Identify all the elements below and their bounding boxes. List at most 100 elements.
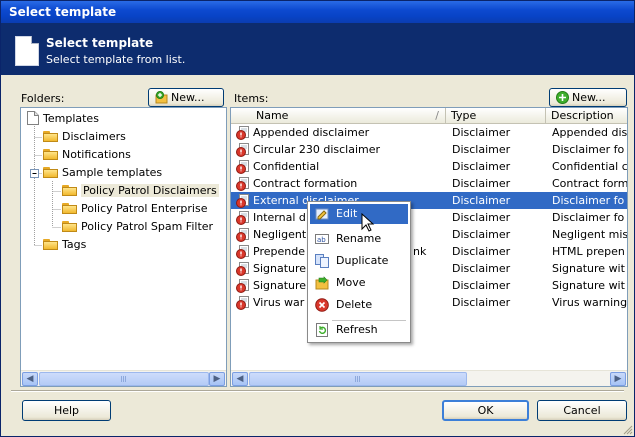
cell-type: Disclaimer [452,160,511,173]
help-button-label: Help [53,404,80,417]
cell-description: Virus warning [552,296,628,309]
cell-description: Disclaimer fo [552,211,625,224]
tree-node-label: Notifications [62,148,131,161]
cell-type: Disclaimer [452,143,511,156]
tree-node-templates[interactable]: Templates [27,111,99,127]
banner-subtitle: Select template from list. [46,53,186,66]
column-resize-icon: / [435,109,439,122]
menu-item-label: Move [336,276,366,289]
menu-item-rename[interactable]: ab Rename [310,229,408,249]
tree-node-policy-patrol-disclaimers[interactable]: Policy Patrol Disclaimers [62,183,219,199]
disclaimer-template-icon [236,262,249,276]
menu-item-delete[interactable]: Delete [310,295,408,315]
items-horizontal-scrollbar[interactable]: ◀ ▶ [231,370,627,386]
menu-item-label: Delete [336,298,373,311]
items-new-label: New... [572,91,606,104]
disclaimer-template-icon [236,245,249,259]
scroll-right-icon[interactable]: ▶ [209,372,225,386]
scroll-thumb[interactable] [39,372,209,386]
table-row[interactable]: Negligent Disclaimer Negligent mis [231,226,627,243]
cell-description: Disclaimer fo [552,143,625,156]
cell-description: HTML prepen [552,245,625,258]
table-row[interactable]: Confidential Disclaimer Confidential c [231,158,627,175]
cell-description: Contract form [552,177,628,190]
folder-icon [62,184,78,196]
edit-icon [315,208,329,220]
items-label: Items: [234,92,269,105]
cell-type: Disclaimer [452,211,511,224]
tree-node-disclaimers[interactable]: Disclaimers [43,129,126,145]
cell-name: Contract formation [253,177,358,190]
tree-node-notifications[interactable]: Notifications [43,147,131,163]
column-header-label: Name [256,109,289,122]
folders-new-button[interactable]: New... [148,88,224,107]
menu-item-move[interactable]: Move [310,273,408,293]
menu-item-label: Refresh [336,323,378,336]
add-icon [556,91,569,104]
folder-tree[interactable]: Templates Disclaimers Notifications Samp… [20,107,227,387]
cell-type: Disclaimer [452,177,511,190]
disclaimer-template-icon [236,160,249,174]
column-header-label: Type [451,109,477,122]
table-row[interactable]: Prepende nk Disclaimer HTML prepen [231,243,627,260]
footer-divider [11,390,624,392]
disclaimer-template-icon [236,279,249,293]
table-row[interactable]: Signature Disclaimer Signature wit [231,277,627,294]
folders-horizontal-scrollbar[interactable]: ◀ ▶ [21,370,226,386]
resize-grip-icon[interactable] [621,423,633,435]
table-row[interactable]: External disclaimer Disclaimer Disclaimer … [231,192,627,209]
cell-type: Disclaimer [452,262,511,275]
cell-description: Confidential c [552,160,628,173]
disclaimer-template-icon [236,177,249,191]
cell-type: Disclaimer [452,279,511,292]
context-menu: Edit ab Rename Duplicate Move Delete Ref… [307,201,411,343]
tree-node-label: Policy Patrol Enterprise [81,202,208,215]
table-row[interactable]: Appended disclaimer Disclaimer Appended di… [231,124,627,141]
banner-title: Select template [46,36,154,50]
tree-node-policy-patrol-spam-filter[interactable]: Policy Patrol Spam Filter [62,219,213,235]
cancel-button-label: Cancel [563,404,601,417]
scroll-left-icon[interactable]: ◀ [232,372,248,386]
scroll-right-icon[interactable]: ▶ [610,372,626,386]
scroll-left-icon[interactable]: ◀ [22,372,38,386]
svg-text:ab: ab [317,236,326,244]
cell-description: Appended dis [552,126,628,139]
disclaimer-template-icon [236,143,249,157]
cell-name-suffix: nk [413,245,427,258]
dialog-window: Select template Select template Select t… [0,0,635,437]
column-header-type[interactable]: Type [446,108,546,124]
cell-description: Negligent mis [552,228,628,241]
help-button[interactable]: Help [22,400,111,421]
table-row[interactable]: Circular 230 disclaimer Disclaimer Disclai… [231,141,627,158]
cancel-button[interactable]: Cancel [537,400,627,421]
scroll-thumb[interactable] [249,372,467,386]
table-row[interactable]: Signature Disclaimer Signature wit [231,260,627,277]
menu-item-duplicate[interactable]: Duplicate [310,251,408,271]
table-row[interactable]: Internal d Disclaimer Disclaimer fo [231,209,627,226]
title-bar[interactable]: Select template [1,1,634,23]
cell-description: Disclaimer fo [552,194,625,207]
duplicate-icon [315,254,329,268]
folder-icon [43,238,59,250]
menu-item-refresh[interactable]: Refresh [310,320,408,340]
cell-description: Signature wit [552,279,625,292]
disclaimer-template-icon [236,211,249,225]
column-header-description[interactable]: Description [546,108,627,124]
tree-node-label: Policy Patrol Spam Filter [81,220,214,233]
table-row[interactable]: Contract formation Disclaimer Contract for… [231,175,627,192]
tree-node-sample-templates[interactable]: Sample templates [43,165,162,181]
folders-new-label: New... [171,91,205,104]
tree-node-tags[interactable]: Tags [43,237,86,253]
ok-button[interactable]: OK [442,400,529,421]
cell-type: Disclaimer [452,296,511,309]
tree-node-policy-patrol-enterprise[interactable]: Policy Patrol Enterprise [62,201,207,217]
table-row[interactable]: Virus war Disclaimer Virus warning [231,294,627,311]
folder-icon [62,202,78,214]
items-new-button[interactable]: New... [549,88,627,107]
cell-type: Disclaimer [452,194,511,207]
menu-item-edit[interactable]: Edit [310,204,408,224]
disclaimer-template-icon [236,228,249,242]
column-header-name[interactable]: Name / [231,108,446,124]
items-list[interactable]: Name / Type Description Appended disclai… [230,107,628,387]
cell-name: Appended disclaimer [253,126,370,139]
